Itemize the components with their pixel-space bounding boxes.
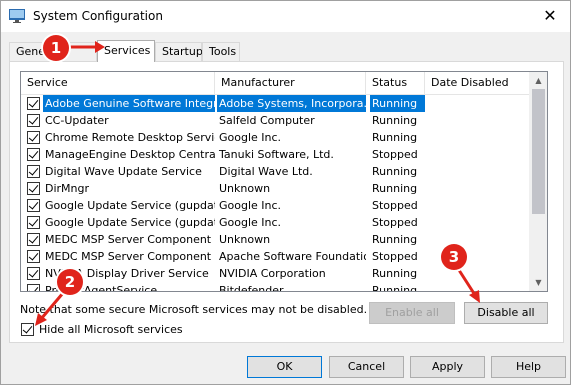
- service-checkbox[interactable]: [27, 267, 40, 280]
- service-status: Running: [372, 233, 418, 246]
- service-checkbox[interactable]: [27, 148, 40, 161]
- service-manufacturer: Tanuki Software, Ltd.: [219, 148, 334, 161]
- service-status: Running: [372, 182, 418, 195]
- apply-button[interactable]: Apply: [410, 356, 485, 378]
- service-manufacturer: Salfeld Computer: [219, 114, 315, 127]
- service-status: Stopped: [372, 199, 418, 212]
- enable-all-button[interactable]: Enable all: [369, 302, 455, 324]
- service-checkbox[interactable]: [27, 131, 40, 144]
- system-configuration-icon: [9, 9, 25, 23]
- service-status: Stopped: [372, 216, 418, 229]
- table-row[interactable]: DirMngr Unknown Running: [21, 180, 531, 197]
- service-checkbox[interactable]: [27, 97, 40, 110]
- column-header-status[interactable]: Status: [366, 72, 425, 94]
- cancel-button[interactable]: Cancel: [329, 356, 404, 378]
- service-manufacturer: NVIDIA Corporation: [219, 267, 326, 280]
- table-row[interactable]: Google Update Service (gupdate) Google In…: [21, 197, 531, 214]
- services-list[interactable]: Service Manufacturer Status Date Disable…: [20, 71, 548, 292]
- service-manufacturer: Unknown: [219, 182, 271, 195]
- service-manufacturer: Digital Wave Ltd.: [219, 165, 313, 178]
- column-header-manufacturer[interactable]: Manufacturer: [215, 72, 366, 94]
- service-name: Digital Wave Update Service: [45, 165, 202, 178]
- column-header-date-disabled[interactable]: Date Disabled: [425, 72, 531, 94]
- service-name: Google Update Service (gupdatem): [45, 216, 215, 229]
- service-checkbox[interactable]: [27, 233, 40, 246]
- service-name: Chrome Remote Desktop Service: [45, 131, 215, 144]
- table-row[interactable]: ManageEngine Desktop Central ... Tanuki S…: [21, 146, 531, 163]
- ok-button[interactable]: OK: [247, 356, 322, 378]
- service-name: Google Update Service (gupdate): [45, 199, 215, 212]
- service-name: MEDC MSP Server Component - ...: [45, 233, 215, 246]
- service-checkbox[interactable]: [27, 216, 40, 229]
- service-name: CC-Updater: [45, 114, 109, 127]
- service-status: Running: [370, 95, 425, 112]
- service-checkbox[interactable]: [27, 182, 40, 195]
- service-status: Stopped: [372, 250, 418, 263]
- table-row[interactable]: Digital Wave Update Service Digital Wave …: [21, 163, 531, 180]
- vertical-scrollbar[interactable]: ▲ ▼: [529, 72, 547, 291]
- table-row[interactable]: CC-Updater Salfeld Computer Running: [21, 112, 531, 129]
- service-status: Running: [372, 114, 418, 127]
- table-row[interactable]: Google Update Service (gupdatem) Google I…: [21, 214, 531, 231]
- service-manufacturer: Adobe Systems, Incorpora...: [217, 95, 366, 112]
- table-row[interactable]: Adobe Genuine Software Integri... Adobe S…: [21, 95, 531, 112]
- column-header-service[interactable]: Service: [21, 72, 215, 94]
- scrollbar-thumb[interactable]: [532, 89, 545, 214]
- annotation-arrow-2: [35, 292, 65, 326]
- window-title: System Configuration: [33, 9, 163, 23]
- table-row[interactable]: Chrome Remote Desktop Service Google Inc.…: [21, 129, 531, 146]
- annotation-marker-3: 3: [441, 244, 467, 270]
- service-manufacturer: Bitdefender: [219, 284, 284, 292]
- service-manufacturer: Apache Software Foundation: [219, 250, 366, 263]
- service-status: Running: [372, 165, 418, 178]
- service-checkbox[interactable]: [27, 165, 40, 178]
- service-checkbox[interactable]: [27, 199, 40, 212]
- close-icon[interactable]: ✕: [530, 1, 570, 31]
- service-checkbox[interactable]: [27, 114, 40, 127]
- service-status: Stopped: [372, 148, 418, 161]
- service-manufacturer: Google Inc.: [219, 131, 282, 144]
- service-manufacturer: Unknown: [219, 233, 271, 246]
- title-bar: System Configuration ✕: [1, 1, 570, 32]
- service-name: Adobe Genuine Software Integri...: [43, 95, 215, 112]
- system-configuration-window: System Configuration ✕ Gene Services Sta…: [0, 0, 571, 385]
- service-status: Running: [372, 131, 418, 144]
- service-name: ManageEngine Desktop Central ...: [45, 148, 215, 161]
- annotation-marker-2: 2: [57, 269, 83, 295]
- scroll-down-icon[interactable]: ▼: [530, 274, 547, 291]
- secure-services-note: Note that some secure Microsoft services…: [20, 303, 368, 316]
- service-manufacturer: Google Inc.: [219, 199, 282, 212]
- scroll-up-icon[interactable]: ▲: [530, 72, 547, 89]
- service-checkbox[interactable]: [27, 250, 40, 263]
- tab-tools[interactable]: Tools: [202, 42, 240, 61]
- service-name: DirMngr: [45, 182, 90, 195]
- service-name: MEDC MSP Server Component - ...: [45, 250, 215, 263]
- tab-startup[interactable]: Startup: [155, 42, 203, 61]
- service-status: Running: [372, 267, 418, 280]
- service-manufacturer: Google Inc.: [219, 216, 282, 229]
- list-header: Service Manufacturer Status Date Disable…: [21, 72, 531, 95]
- service-status: Running: [372, 284, 418, 292]
- annotation-marker-1: 1: [43, 35, 69, 61]
- help-button[interactable]: Help: [491, 356, 566, 378]
